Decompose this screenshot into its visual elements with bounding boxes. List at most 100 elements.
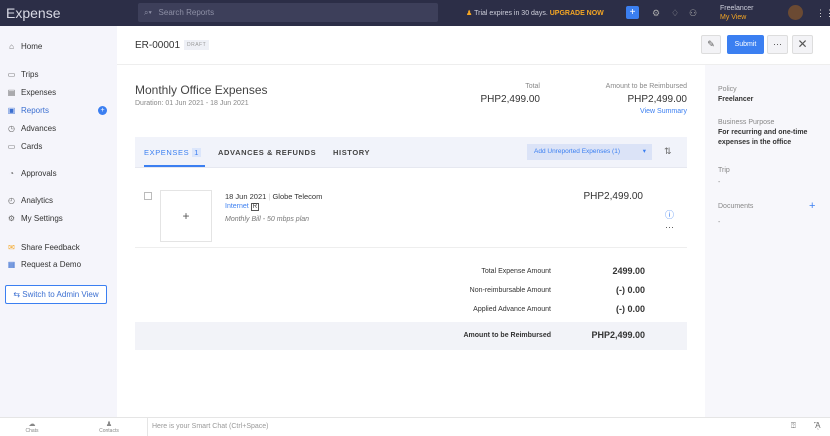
- trial-text: Trial expires in 30 days.: [474, 10, 548, 17]
- notification-icon[interactable]: ♢: [671, 8, 679, 19]
- report-header: ER-00001 DRAFT ✎ Submit ⋯ ✕: [117, 26, 830, 65]
- search-input[interactable]: ⌕▾ Search Reports: [138, 3, 438, 22]
- label: Home: [21, 42, 43, 51]
- report-main: ER-00001 DRAFT ✎ Submit ⋯ ✕ Monthly Offi…: [117, 26, 830, 417]
- more-button[interactable]: ⋯: [767, 35, 788, 54]
- details-panel: Policy Freelancer Business Purpose For r…: [705, 26, 830, 417]
- accessibility-icon[interactable]: ᾋ: [814, 421, 821, 430]
- analytics-icon: ◴: [8, 196, 15, 205]
- trip-label: Trip: [718, 167, 730, 174]
- sidebar-item-feedback[interactable]: ✉ Share Feedback: [7, 243, 80, 252]
- expense-description: Monthly Bill - 50 mbps plan: [225, 216, 310, 223]
- label: Cards: [21, 142, 43, 151]
- tab-expenses[interactable]: EXPENSES 1: [144, 148, 206, 167]
- sidebar-item-trips[interactable]: ▭ Trips: [7, 70, 39, 79]
- expense-date: 18 Jun 2021: [225, 192, 267, 201]
- upgrade-link[interactable]: UPGRADE NOW: [550, 10, 604, 17]
- submit-button[interactable]: Submit: [727, 35, 764, 54]
- label: Approvals: [21, 169, 57, 178]
- trip-value: -: [718, 179, 721, 186]
- summary-row: Total Expense Amount 2499.00: [135, 263, 687, 282]
- bell-icon: ♟: [466, 10, 473, 17]
- add-report-icon[interactable]: +: [98, 106, 107, 115]
- label: Chats: [25, 428, 39, 434]
- bottom-bar: ☁ Chats ♟ Contacts Here is your Smart Chat…: [0, 417, 830, 436]
- view-summary-link[interactable]: View Summary: [640, 108, 687, 115]
- add-unreported-button[interactable]: Add Unreported Expenses (1) ▾: [527, 144, 652, 160]
- sidebar-item-expenses[interactable]: ▤ Expenses: [7, 88, 56, 97]
- label: EXPENSES: [144, 148, 190, 157]
- purpose-value: For recurring and one-time expenses in t…: [718, 129, 808, 146]
- demo-icon: ▦: [7, 260, 16, 269]
- label: Trips: [21, 70, 39, 79]
- policy-value: Freelancer: [718, 96, 754, 103]
- switch-icon: ⇆: [13, 290, 23, 299]
- chevron-down-icon[interactable]: ▾: [643, 144, 646, 160]
- sidebar-item-cards[interactable]: ▭ Cards: [7, 142, 43, 151]
- status-badge: DRAFT: [184, 40, 210, 50]
- documents-label: Documents: [718, 203, 754, 210]
- search-placeholder: Search Reports: [158, 8, 215, 17]
- close-button[interactable]: ✕: [792, 35, 813, 54]
- label: Reports: [21, 106, 50, 115]
- smart-chat-input[interactable]: Here is your Smart Chat (Ctrl+Space): [147, 418, 273, 436]
- reimbursable-flag: R: [250, 203, 260, 211]
- purpose-label: Business Purpose: [718, 119, 775, 126]
- expense-merchant: Globe Telecom: [272, 192, 323, 201]
- value: 2499.00: [612, 266, 645, 276]
- add-receipt-button[interactable]: +: [160, 190, 212, 242]
- sidebar-item-demo[interactable]: ▦ Request a Demo: [7, 260, 81, 269]
- sidebar-item-home[interactable]: ⌂ Home: [7, 42, 42, 51]
- value: PHP2,499.00: [591, 330, 645, 340]
- user-menu[interactable]: Freelancer My View: [720, 4, 753, 22]
- avatar[interactable]: [788, 5, 803, 20]
- sidebar: ⌂ Home ▭ Trips ▤ Expenses ▣ Reports + ◷ Advan…: [0, 26, 117, 417]
- expense-checkbox[interactable]: [144, 192, 152, 200]
- tab-history[interactable]: HISTORY: [333, 148, 370, 157]
- label: Share Feedback: [21, 243, 80, 252]
- report-name: Monthly Office Expenses: [135, 83, 268, 97]
- advances-icon: ◷: [8, 124, 15, 133]
- label: Add Unreported Expenses (1): [534, 148, 620, 155]
- more-icon[interactable]: ⋯: [665, 222, 674, 233]
- user-icon[interactable]: ⚇: [689, 8, 697, 19]
- sidebar-item-advances[interactable]: ◷ Advances: [7, 124, 56, 133]
- contacts-button[interactable]: ♟ Contacts: [94, 420, 124, 434]
- switch-admin-button[interactable]: ⇆ Switch to Admin View: [5, 285, 107, 304]
- add-icon[interactable]: +: [626, 6, 639, 19]
- sidebar-item-approvals[interactable]: ◔ Approvals: [7, 169, 57, 178]
- count: 1: [192, 148, 202, 157]
- tab-advances-refunds[interactable]: ADVANCES & REFUNDS: [218, 148, 316, 157]
- label: Contacts: [99, 428, 119, 434]
- help-icon[interactable]: ⍰: [791, 421, 796, 431]
- summary-total-row: Amount to be Reimbursed PHP2,499.00: [135, 322, 687, 350]
- sidebar-item-settings[interactable]: ⚙ My Settings: [7, 214, 63, 223]
- expense-row[interactable]: + 18 Jun 2021 | Globe Telecom Internet R…: [135, 178, 687, 248]
- summary-row: Non-reimbursable Amount (-) 0.00: [135, 282, 687, 301]
- search-icon[interactable]: ⌕▾: [144, 8, 154, 17]
- settings-icon[interactable]: ⚙: [652, 8, 660, 19]
- trips-icon: ▭: [7, 70, 16, 79]
- expenses-icon: ▤: [7, 88, 16, 97]
- total-amount: PHP2,499.00: [480, 94, 541, 105]
- label: Total Expense Amount: [481, 268, 551, 275]
- info-icon[interactable]: ⓘ: [665, 208, 674, 221]
- trial-banner: ♟ Trial expires in 30 days. UPGRADE NOW: [466, 9, 604, 17]
- label: My Settings: [21, 214, 63, 223]
- label: Request a Demo: [21, 260, 82, 269]
- sidebar-item-analytics[interactable]: ◴ Analytics: [7, 196, 53, 205]
- sort-icon[interactable]: ⇅: [664, 146, 672, 157]
- expense-category: Internet: [225, 203, 249, 210]
- summary-row: Applied Advance Amount (-) 0.00: [135, 301, 687, 320]
- chats-button[interactable]: ☁ Chats: [17, 420, 47, 434]
- apps-grid-icon[interactable]: ⋮⋮: [816, 8, 830, 19]
- sidebar-item-reports[interactable]: ▣ Reports: [7, 106, 49, 115]
- contact-icon: ♟: [105, 421, 113, 428]
- edit-button[interactable]: ✎: [701, 35, 721, 54]
- feedback-icon: ✉: [8, 243, 15, 252]
- app-logo[interactable]: Expense: [6, 5, 60, 21]
- label: Amount to be Reimbursed: [463, 332, 551, 339]
- label: Analytics: [21, 196, 54, 205]
- reports-icon: ▣: [7, 106, 16, 115]
- add-document-icon[interactable]: +: [809, 200, 815, 212]
